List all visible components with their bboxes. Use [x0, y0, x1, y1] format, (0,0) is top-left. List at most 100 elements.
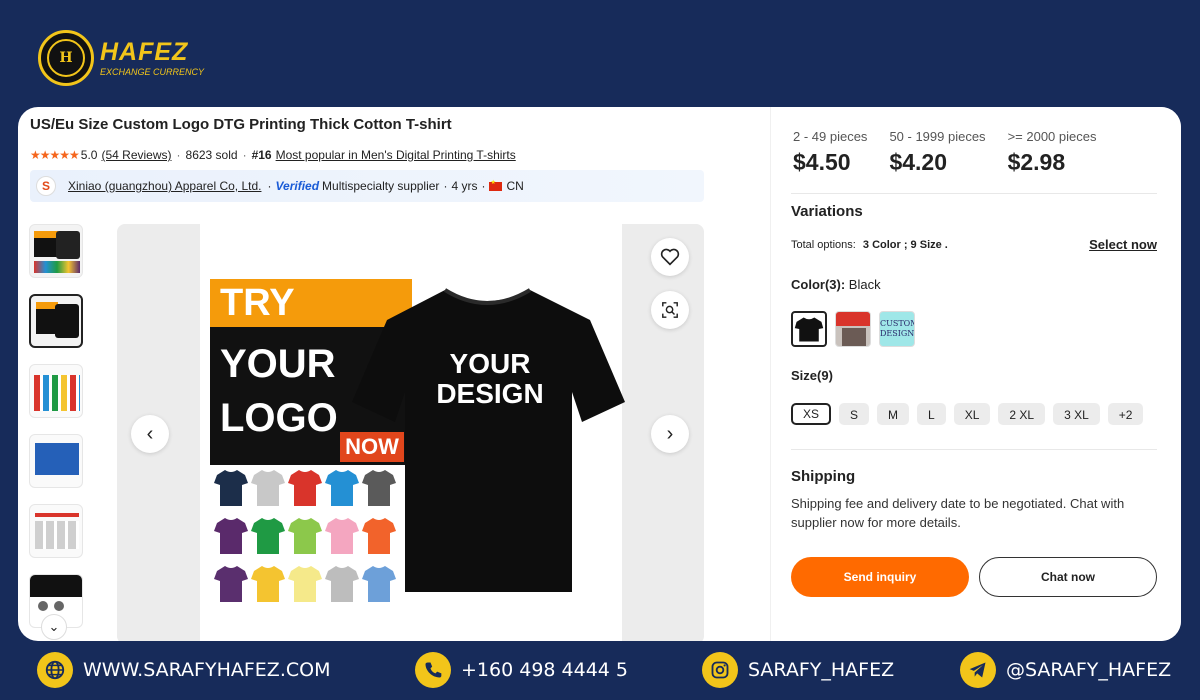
- chat-now-button[interactable]: Chat now: [979, 557, 1157, 597]
- color-swatch-shirt: [251, 468, 285, 508]
- supplier-years: 4 yrs: [451, 179, 478, 193]
- color-swatch-shirt: [251, 516, 285, 556]
- thumbnail-5[interactable]: [29, 504, 83, 558]
- size-option[interactable]: 2 XL: [998, 403, 1046, 425]
- supplier-country: CN: [506, 179, 524, 193]
- brand-subtitle: EXCHANGE CURRENCY: [100, 66, 205, 77]
- thumbnail-3[interactable]: [29, 364, 83, 418]
- selected-color-value: Black: [848, 277, 881, 292]
- phone-text: +160 498 4444 5: [461, 659, 629, 681]
- supplier-type: Multispecialty supplier: [322, 179, 440, 193]
- size-option[interactable]: L: [917, 403, 946, 425]
- divider: [791, 193, 1157, 194]
- color-option-custom-design[interactable]: CUSTOM DESIGN: [879, 311, 915, 347]
- size-option[interactable]: XS: [791, 403, 832, 425]
- size-option[interactable]: XL: [953, 403, 991, 425]
- shipping-text: Shipping fee and delivery date to be neg…: [791, 496, 1125, 530]
- size-options: XS S M L XL 2 XL 3 XL +2: [791, 403, 1151, 425]
- china-flag-icon: [489, 179, 503, 191]
- rating-value: 5.0: [80, 148, 98, 162]
- price-tier: 2 - 49 pieces $4.50: [793, 129, 867, 176]
- telegram-icon: [960, 652, 996, 688]
- telegram-contact[interactable]: @SARAFY_HAFEZ: [960, 650, 1171, 690]
- image-search-icon[interactable]: [651, 291, 689, 329]
- sold-count: 8623 sold: [185, 148, 238, 162]
- separator-dot: ·: [267, 179, 272, 193]
- price-tier: 50 - 1999 pieces $4.20: [889, 129, 985, 176]
- instagram-icon: [702, 652, 738, 688]
- size-option[interactable]: S: [839, 403, 870, 425]
- size-option[interactable]: M: [877, 403, 910, 425]
- size-option[interactable]: 3 XL: [1053, 403, 1100, 425]
- instagram-contact[interactable]: SARAFY_HAFEZ: [702, 650, 894, 690]
- rating-row: ★★★★★ 5.0 (54 Reviews) · 8623 sold · #16…: [30, 148, 516, 162]
- total-options-row: Total options: 3 Color ; 9 Size . Select…: [791, 237, 1157, 252]
- rating-stars-icon: ★★★★★: [30, 148, 80, 162]
- thumbnail-4[interactable]: [29, 434, 83, 488]
- prev-image-icon[interactable]: ‹: [131, 415, 169, 453]
- price-tiers: 2 - 49 pieces $4.50 50 - 1999 pieces $4.20 >…: [793, 129, 1118, 176]
- design-line2: DESIGN: [436, 378, 544, 409]
- website-contact[interactable]: WWW.SARAFYHAFEZ.COM: [37, 650, 330, 690]
- contact-footer: WWW.SARAFYHAFEZ.COM +160 498 4444 5 SARA…: [0, 650, 1200, 694]
- color-options: CUSTOM DESIGN: [791, 311, 923, 347]
- tier-price: $4.50: [793, 149, 851, 175]
- send-inquiry-button[interactable]: Send inquiry: [791, 557, 969, 597]
- size-title: Size(9): [791, 368, 833, 383]
- main-product-image: TRY YOUR LOGO NOW YOUR DESIGN ‹ ›: [117, 224, 704, 641]
- favorite-heart-icon[interactable]: [651, 238, 689, 276]
- instagram-text: SARAFY_HAFEZ: [748, 659, 895, 681]
- color-swatch-shirt: [214, 468, 248, 508]
- size-option[interactable]: +2: [1107, 403, 1144, 425]
- total-options-value: 3 Color ; 9 Size .: [862, 239, 948, 251]
- color-swatch-shirt: [288, 516, 322, 556]
- rank-category-link[interactable]: Most popular in Men's Digital Printing T…: [276, 148, 516, 162]
- product-title: US/Eu Size Custom Logo DTG Printing Thic…: [30, 116, 452, 133]
- next-image-icon[interactable]: ›: [651, 415, 689, 453]
- thumbnail-2[interactable]: [29, 294, 83, 348]
- color-label: Color(3):: [791, 277, 846, 292]
- separator-dot: ·: [481, 179, 486, 193]
- color-option-photo[interactable]: [835, 311, 871, 347]
- brand-name: HAFEZ: [100, 37, 189, 66]
- color-label-row: Color(3): Black: [791, 277, 881, 292]
- thumbnail-1[interactable]: [29, 224, 83, 278]
- shipping-title: Shipping: [791, 468, 856, 485]
- thumbnails-scroll-down-icon[interactable]: ⌄: [41, 614, 67, 640]
- tier-quantity: 50 - 1999 pieces: [889, 129, 986, 144]
- website-text: WWW.SARAFYHAFEZ.COM: [83, 659, 331, 681]
- color-swatch-shirt: [288, 468, 322, 508]
- verified-badge: Verified: [275, 179, 320, 193]
- brand-seal-icon: H: [38, 30, 94, 86]
- supplier-row: S Xiniao (guangzhou) Apparel Co, Ltd. · …: [30, 170, 704, 202]
- phone-contact[interactable]: +160 498 4444 5: [415, 650, 628, 690]
- your-design-text: YOUR DESIGN: [430, 349, 550, 409]
- brand-logo: H HAFEZ EXCHANGE CURRENCY: [38, 30, 204, 86]
- brand-seal-letter: H: [47, 39, 85, 77]
- telegram-text: @SARAFY_HAFEZ: [1006, 659, 1172, 681]
- select-now-link[interactable]: Select now: [1089, 237, 1157, 252]
- globe-icon: [37, 652, 73, 688]
- black-tshirt-image: [352, 288, 625, 592]
- color-swatch-shirt: [214, 516, 248, 556]
- supplier-name-link[interactable]: Xiniao (guangzhou) Apparel Co, Ltd.: [68, 179, 261, 193]
- color-option-black[interactable]: [791, 311, 827, 347]
- product-image-content: TRY YOUR LOGO NOW YOUR DESIGN: [200, 224, 625, 641]
- separator-dot: ·: [242, 148, 247, 162]
- phone-icon: [415, 652, 451, 688]
- divider: [791, 449, 1157, 450]
- supplier-logo-icon: S: [36, 176, 56, 196]
- separator-dot: ·: [176, 148, 181, 162]
- price-tier: >= 2000 pieces $2.98: [1008, 129, 1097, 176]
- color-swatch-shirt: [251, 564, 285, 604]
- variations-title: Variations: [791, 203, 863, 220]
- thumbnail-list: ⌄: [29, 224, 85, 640]
- separator-dot: ·: [443, 179, 448, 193]
- tier-price: $2.98: [1007, 149, 1066, 175]
- purchase-panel: 2 - 49 pieces $4.50 50 - 1999 pieces $4.20 >…: [770, 107, 1181, 641]
- color-swatch-shirt: [214, 564, 248, 604]
- total-options-label: Total options:: [791, 239, 856, 251]
- tier-quantity: >= 2000 pieces: [1007, 129, 1097, 144]
- product-card: US/Eu Size Custom Logo DTG Printing Thic…: [18, 107, 1181, 641]
- reviews-link[interactable]: (54 Reviews): [101, 148, 171, 162]
